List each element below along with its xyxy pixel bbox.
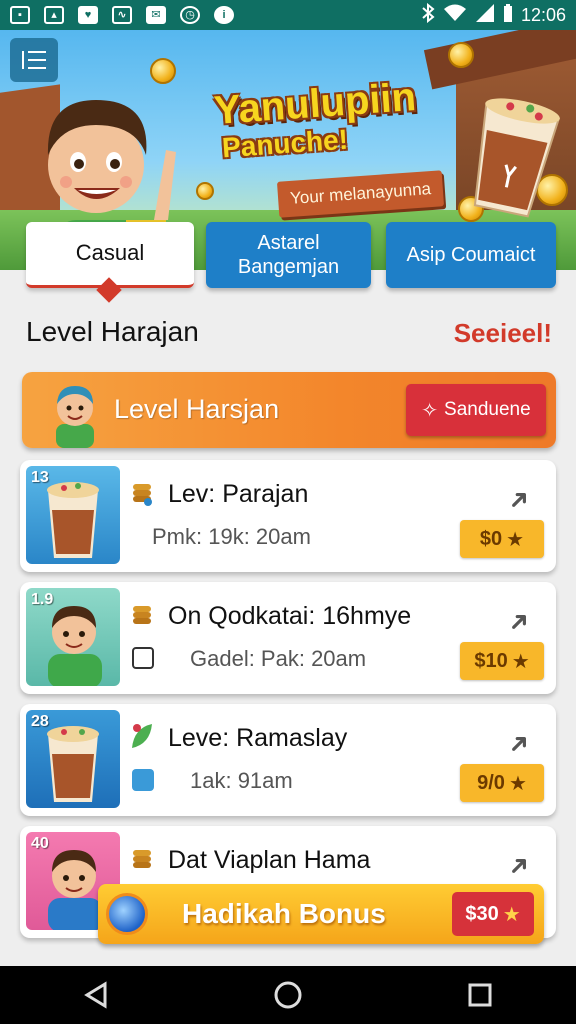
bonus-price-value: $30: [465, 902, 499, 925]
bluetooth-icon: [421, 2, 435, 28]
list-item[interactable]: 13 Lev: Parajan Pmk: 19k: 20am ➜ $0 ★: [20, 460, 556, 572]
menu-icon: [22, 51, 46, 69]
back-button[interactable]: [76, 975, 116, 1015]
arrow-icon[interactable]: ➜: [500, 847, 537, 884]
card-subtitle: 1ak: 91am: [190, 768, 293, 793]
bonus-title: Hadikah Bonus: [182, 898, 386, 929]
see-all-link[interactable]: Seeieel!: [454, 318, 552, 349]
card-title: On Qodkatai: 16hmye: [168, 602, 412, 630]
arrow-icon[interactable]: ➜: [500, 603, 537, 640]
compass-icon: [106, 893, 148, 935]
card-number: 13: [31, 469, 49, 486]
level-banner-title: Level Harsjan: [114, 394, 280, 424]
alarm-icon: ◷: [180, 6, 200, 24]
back-icon: [84, 981, 107, 1009]
price-badge[interactable]: 9/0 ★: [460, 764, 544, 802]
card-subtitle: Pmk: 19k: 20am: [152, 524, 311, 549]
tab-asip-coumaict[interactable]: Asip Coumaict: [386, 222, 556, 288]
hero-title: Yanulupiin: [212, 75, 418, 134]
price-value: $10: [474, 649, 508, 672]
list-item[interactable]: 28 Leve: Ramaslay 1ak: 91am ➜ 9/0 ★: [20, 704, 556, 816]
sparkle-icon: ✧: [421, 399, 439, 422]
image-icon: ▪: [10, 6, 30, 24]
list-item[interactable]: 1.9 On Qodkatai: 16hmye Gadel: Pak: 20am…: [20, 582, 556, 694]
card-subtitle: Gadel: Pak: 20am: [190, 646, 367, 671]
coin-icon: [196, 182, 214, 200]
wifi-icon: [443, 3, 467, 28]
coin-icon: [150, 58, 176, 84]
category-tabs: Casual Astarel Bangemjan Asip Coumaict: [0, 220, 576, 302]
star-icon: ★: [502, 903, 521, 926]
home-icon: [274, 981, 302, 1009]
recents-icon: [468, 983, 492, 1007]
level-banner-button-label: Sanduene: [444, 399, 531, 420]
arrow-icon[interactable]: ➜: [500, 481, 537, 518]
star-icon: ★: [506, 528, 525, 551]
price-value: $0: [479, 527, 503, 550]
card-thumbnail: 1.9: [26, 588, 120, 686]
bonus-bar[interactable]: Hadikah Bonus $30 ★: [98, 884, 544, 944]
card-number: 40: [31, 835, 49, 852]
timer-icon: [132, 647, 154, 669]
recents-button[interactable]: [460, 975, 500, 1015]
star-icon: ★: [508, 772, 527, 795]
card-thumbnail: 13: [26, 466, 120, 564]
clock-icon: [132, 769, 154, 791]
info-icon: i: [214, 6, 234, 24]
coin-stack-icon: [133, 606, 151, 624]
tab-astarel-bangemjan[interactable]: Astarel Bangemjan: [206, 222, 371, 288]
price-value: 9/0: [477, 771, 505, 794]
section-title: Level Harajan: [26, 316, 199, 347]
app-icon: ✉: [146, 6, 166, 24]
star-icon: ★: [511, 650, 530, 673]
system-nav-bar: [0, 966, 576, 1024]
arrow-icon[interactable]: ➜: [500, 725, 537, 762]
chart-icon: ∿: [112, 6, 132, 24]
notification-icons: ▪ ▴ ♥ ∿ ✉ ◷ i: [10, 6, 234, 24]
mini-avatar-illustration: [56, 386, 94, 448]
card-number: 1.9: [31, 591, 54, 608]
price-badge[interactable]: $10 ★: [460, 642, 544, 680]
coin-icon: [448, 42, 474, 68]
signal-icon: [475, 3, 495, 28]
level-banner-button[interactable]: ✧ Sanduene: [406, 384, 546, 436]
card-title: Dat Viaplan Hama: [168, 846, 371, 874]
price-badge[interactable]: $0 ★: [460, 520, 544, 558]
card-number: 28: [31, 713, 49, 730]
card-title: Leve: Ramaslay: [168, 724, 348, 752]
home-button[interactable]: [268, 975, 308, 1015]
heart-icon: ♥: [78, 6, 98, 24]
clock-time: 12:06: [520, 4, 566, 25]
leaf-icon: [132, 724, 152, 748]
level-banner: Level Harsjan ✧ Sanduene: [22, 372, 556, 448]
coin-stack-icon: [133, 850, 151, 868]
gallery-icon: ▴: [44, 6, 64, 24]
battery-icon: [503, 3, 513, 28]
card-title: Lev: Parajan: [168, 480, 309, 508]
coin-stack-icon: [133, 484, 152, 506]
card-thumbnail: 28: [26, 710, 120, 808]
tab-casual[interactable]: Casual: [26, 222, 194, 288]
status-bar: ▪ ▴ ♥ ∿ ✉ ◷ i 12:06: [0, 0, 576, 30]
bonus-price-button[interactable]: $30 ★: [452, 892, 534, 936]
